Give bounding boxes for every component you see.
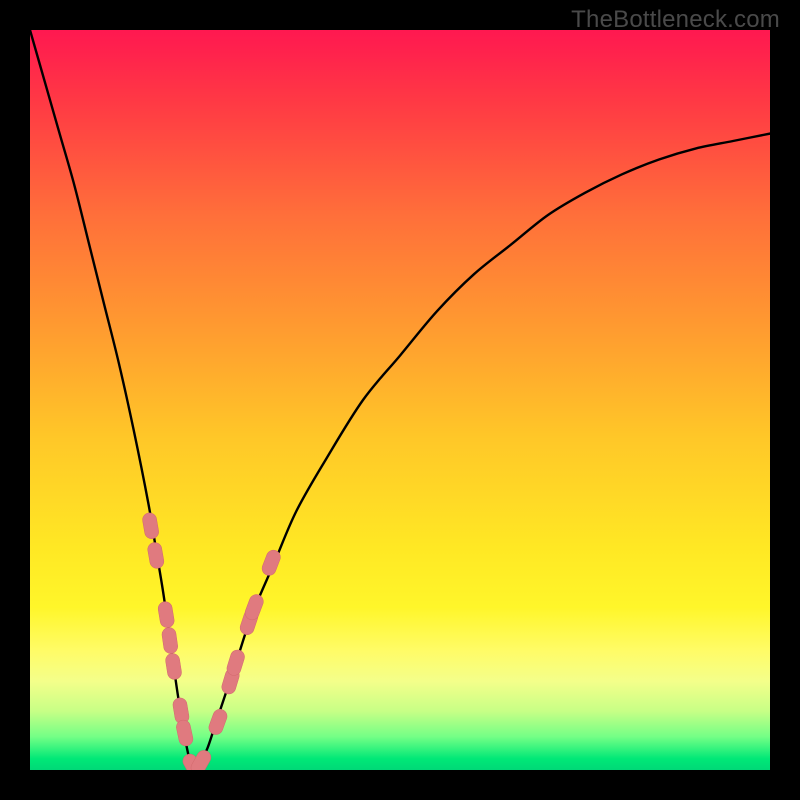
curve-marker bbox=[157, 601, 175, 629]
watermark-text: TheBottleneck.com bbox=[571, 6, 780, 34]
curve-marker bbox=[225, 648, 246, 677]
chart-frame: TheBottleneck.com bbox=[0, 0, 800, 800]
curve-marker bbox=[141, 512, 159, 540]
chart-svg bbox=[30, 30, 770, 770]
plot-area bbox=[30, 30, 770, 770]
curve-marker bbox=[165, 652, 183, 680]
curve-marker bbox=[175, 719, 194, 747]
bottleneck-curve bbox=[30, 30, 770, 770]
curve-marker bbox=[207, 707, 229, 736]
curve-marker bbox=[161, 627, 179, 655]
marker-group bbox=[141, 512, 282, 770]
curve-marker bbox=[147, 541, 165, 569]
